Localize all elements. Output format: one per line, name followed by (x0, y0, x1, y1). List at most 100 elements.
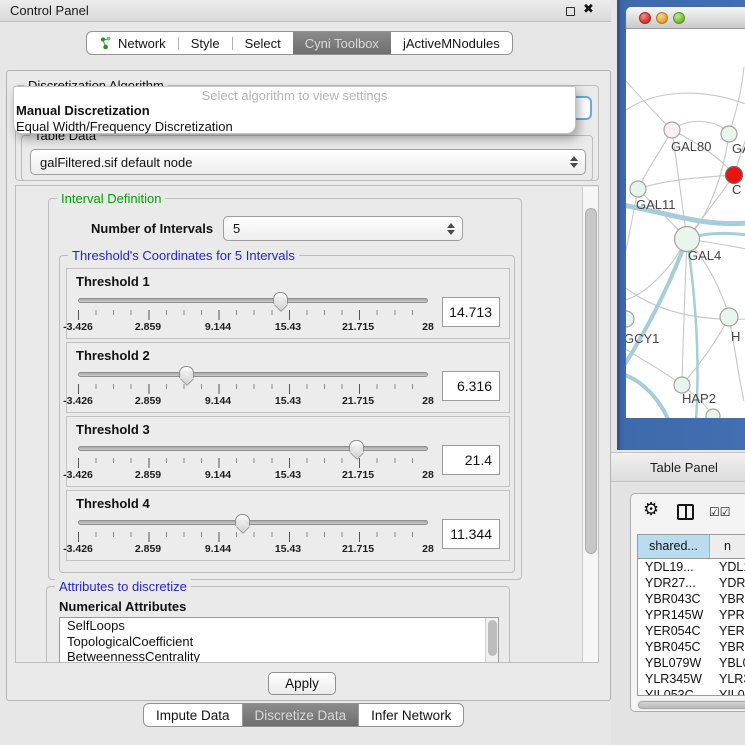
tick-label: 15.43 (275, 321, 301, 333)
table-horizontal-scrollbar[interactable] (637, 700, 745, 710)
tab-infer-network[interactable]: Infer Network (358, 704, 463, 726)
close-icon[interactable]: ✖ (583, 2, 594, 17)
split-columns-icon[interactable] (677, 504, 694, 520)
dropdown-hint: Select algorithm to view settings (14, 87, 575, 103)
scrollbar-thumb[interactable] (638, 701, 745, 709)
numerical-attributes-label: Numerical Attributes (59, 599, 186, 614)
float-window-icon[interactable] (566, 7, 575, 16)
scrollbar-thumb[interactable] (585, 208, 597, 554)
node-label: GA (732, 141, 745, 156)
slider-thumb[interactable] (179, 366, 194, 378)
tab-select[interactable]: Select (233, 32, 293, 54)
cell-shared-name[interactable]: YDR27... (638, 575, 710, 591)
settings-gear-icon[interactable]: ⚙ (643, 499, 659, 520)
node-gcy1[interactable] (626, 311, 634, 327)
slider-track[interactable] (78, 446, 428, 451)
tick-label: 2.859 (135, 469, 161, 481)
control-panel-titlebar: Control Panel ✖ (0, 0, 611, 22)
column-header-name[interactable]: n (710, 535, 745, 558)
cell-name[interactable]: YBR0 (710, 639, 745, 655)
slider-track[interactable] (78, 520, 428, 525)
cell-name[interactable]: YBL0 (710, 655, 745, 671)
tab-impute-data[interactable]: Impute Data (144, 704, 242, 726)
node[interactable] (720, 308, 738, 326)
tab-discretize-data[interactable]: Discretize Data (242, 704, 359, 726)
node[interactable] (721, 126, 737, 142)
list-scrollbar[interactable] (485, 618, 498, 663)
column-header-shared-name[interactable]: shared... (638, 535, 710, 558)
tick-label: 2.859 (135, 395, 161, 407)
list-item[interactable]: SelfLoops (60, 618, 498, 634)
cell-shared-name[interactable]: YBL079W (638, 655, 710, 671)
slider-thumb[interactable] (349, 440, 364, 452)
table-data-group: Table Data galFiltered.sif default node (21, 135, 593, 181)
node-gal80[interactable] (664, 122, 680, 138)
table-row[interactable]: YBL079W YBL0 (638, 655, 745, 671)
table-data-combobox[interactable]: galFiltered.sif default node (30, 149, 586, 175)
tick-label: 28 (422, 543, 434, 555)
cell-name[interactable]: YDR2 (710, 575, 745, 591)
list-item[interactable]: BetweennessCentrality (60, 649, 498, 663)
close-traffic-light-icon[interactable] (639, 12, 651, 24)
network-window-titlebar[interactable] (626, 7, 745, 29)
cell-name[interactable]: YPR1 (710, 607, 745, 623)
list-item[interactable]: TopologicalCoefficient (60, 634, 498, 650)
cell-shared-name[interactable]: YBR043C (638, 591, 710, 607)
threshold-slider[interactable]: -3.4262.8599.14415.4321.71528 (76, 439, 430, 485)
node-gal11[interactable] (630, 181, 646, 197)
threshold-slider[interactable]: -3.4262.8599.14415.4321.71528 (76, 291, 430, 337)
table-row[interactable]: YIL053C YIL0 (638, 687, 745, 696)
tab-cyni-toolbox[interactable]: Cyni Toolbox (293, 32, 391, 54)
threshold-value-field[interactable]: 14.713 (442, 297, 500, 327)
select-columns-icon[interactable]: ☑☑ (709, 505, 731, 519)
slider-track[interactable] (78, 372, 428, 377)
cell-shared-name[interactable]: YBR045C (638, 639, 710, 655)
table-row[interactable]: YLR345W YLR3 (638, 671, 745, 687)
cell-shared-name[interactable]: YPR145W (638, 607, 710, 623)
threshold-value-field[interactable]: 11.344 (442, 519, 500, 549)
threshold-slider[interactable]: -3.4262.8599.14415.4321.71528 (76, 513, 430, 559)
cell-shared-name[interactable]: YIL053C (638, 687, 710, 696)
tab-network[interactable]: Network (87, 32, 178, 54)
network-canvas[interactable]: GAL80 GA C GAL11 GAL4 GCY1 H HAP2 (626, 29, 745, 418)
threshold-label: Threshold 1 (76, 274, 500, 289)
node-selected-red[interactable] (726, 167, 743, 184)
cell-name[interactable]: YLR3 (710, 671, 745, 687)
tab-jactive-label: jActiveMNodules (403, 36, 500, 51)
cell-shared-name[interactable]: YER054C (638, 623, 710, 639)
tick-label: -3.426 (63, 395, 93, 407)
apply-button[interactable]: Apply (268, 672, 336, 695)
dropdown-option-equal-width[interactable]: Equal Width/Frequency Discretization (14, 119, 575, 135)
threshold-value-field[interactable]: 21.4 (442, 445, 500, 475)
slider-thumb[interactable] (235, 514, 250, 526)
number-of-intervals-combobox[interactable]: 5 (223, 216, 463, 241)
minimize-traffic-light-icon[interactable] (656, 12, 668, 24)
threshold-slider[interactable]: -3.4262.8599.14415.4321.71528 (76, 365, 430, 411)
cell-shared-name[interactable]: YDL19... (638, 559, 710, 575)
table-row[interactable]: YER054C YER0 (638, 623, 745, 639)
dropdown-option-manual[interactable]: Manual Discretization (14, 103, 575, 119)
tick-labels: -3.4262.8599.14415.4321.71528 (78, 395, 428, 408)
tab-style[interactable]: Style (179, 32, 232, 54)
cell-name[interactable]: YDL1 (710, 559, 745, 575)
table-row[interactable]: YDR27... YDR2 (638, 575, 745, 591)
cell-name[interactable]: YIL0 (710, 687, 745, 696)
table-row[interactable]: YDL19... YDL1 (638, 559, 745, 575)
table-row[interactable]: YBR043C YBR0 (638, 591, 745, 607)
tick-label: 15.43 (275, 395, 301, 407)
cell-name[interactable]: YBR0 (710, 591, 745, 607)
tab-jactivemnodules[interactable]: jActiveMNodules (391, 32, 512, 54)
table-row[interactable]: YBR045C YBR0 (638, 639, 745, 655)
number-of-intervals-label: Number of Intervals (91, 221, 213, 236)
table-row[interactable]: YPR145W YPR1 (638, 607, 745, 623)
slider-thumb[interactable] (273, 292, 288, 304)
slider-track[interactable] (78, 298, 428, 303)
cell-shared-name[interactable]: YLR345W (638, 671, 710, 687)
table-toolbar: ⚙ ☑☑ (631, 494, 745, 532)
cell-name[interactable]: YER0 (710, 623, 745, 639)
zoom-traffic-light-icon[interactable] (673, 12, 685, 24)
scrollbar-thumb[interactable] (488, 620, 497, 656)
threshold-value-field[interactable]: 6.316 (442, 371, 500, 401)
node[interactable] (706, 409, 720, 418)
settings-scrollbar[interactable] (582, 187, 599, 663)
